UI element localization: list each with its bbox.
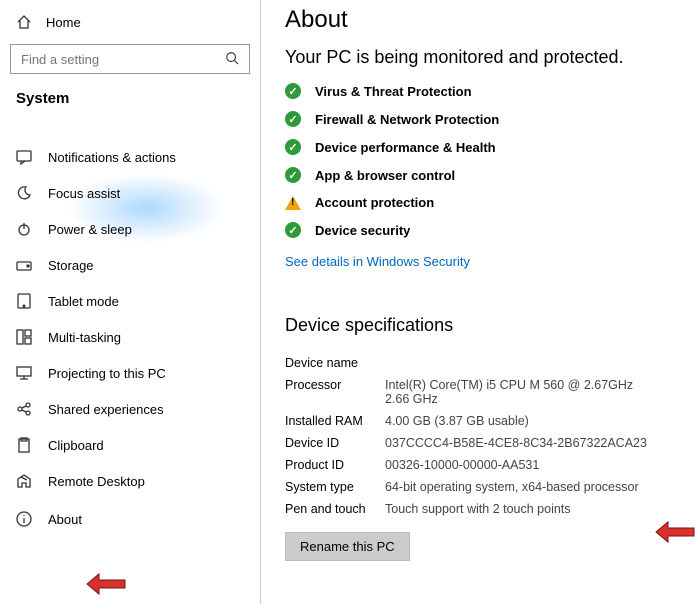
check-icon: ✓ [285, 139, 301, 155]
rename-pc-button[interactable]: Rename this PC [285, 532, 410, 561]
status-performance: ✓Device performance & Health [285, 139, 700, 155]
sidebar-item-multitask[interactable]: Multi-tasking [6, 319, 254, 355]
nav-label: Clipboard [48, 438, 104, 453]
page-title: About [285, 6, 700, 34]
nav-label: Multi-tasking [48, 330, 121, 345]
sidebar-item-home[interactable]: Home [6, 8, 254, 40]
search-input[interactable] [21, 52, 225, 67]
status-browser: ✓App & browser control [285, 167, 700, 183]
check-icon: ✓ [285, 222, 301, 238]
nav-label: Shared experiences [48, 402, 164, 417]
spec-device-name: Device name [285, 352, 700, 374]
sidebar-item-projecting[interactable]: Projecting to this PC [6, 355, 254, 391]
message-icon [16, 149, 32, 165]
spec-ram: Installed RAM4.00 GB (3.87 GB usable) [285, 410, 700, 432]
sidebar-item-remote[interactable]: Remote Desktop [6, 463, 254, 499]
sidebar-item-storage[interactable]: Storage [6, 247, 254, 283]
search-input-container[interactable] [10, 44, 250, 74]
sidebar: Home System Notifications & actions Focu… [0, 0, 260, 604]
status-device-security: ✓Device security [285, 222, 700, 238]
drive-icon [16, 257, 32, 273]
status-virus: ✓Virus & Threat Protection [285, 83, 700, 99]
nav-label: Storage [48, 258, 94, 273]
sidebar-item-tablet[interactable]: Tablet mode [6, 283, 254, 319]
main-panel: About Your PC is being monitored and pro… [260, 0, 700, 604]
sidebar-item-about[interactable]: About [6, 499, 254, 539]
nav-label: Remote Desktop [48, 474, 145, 489]
nav-label: Projecting to this PC [48, 366, 166, 381]
annotation-arrow-left [85, 572, 127, 596]
nav-label: Focus assist [48, 186, 120, 201]
nav-label: Tablet mode [48, 294, 119, 309]
info-icon [16, 511, 32, 527]
nav-label: About [48, 512, 82, 527]
remote-icon [16, 473, 32, 489]
sidebar-item-focus[interactable]: Focus assist [6, 175, 254, 211]
warning-icon [285, 196, 301, 210]
nav-label: Notifications & actions [48, 150, 176, 165]
nav-list: Notifications & actions Focus assist Pow… [6, 121, 254, 539]
device-specs-table: Device name ProcessorIntel(R) Core(TM) i… [285, 352, 700, 520]
home-icon [16, 14, 32, 30]
sidebar-item-clipboard[interactable]: Clipboard [6, 427, 254, 463]
status-account: Account protection [285, 195, 700, 210]
device-specs-header: Device specifications [285, 315, 700, 336]
page-subhead: Your PC is being monitored and protected… [285, 46, 700, 69]
tablet-icon [16, 293, 32, 309]
power-icon [16, 221, 32, 237]
sidebar-item-shared[interactable]: Shared experiences [6, 391, 254, 427]
sidebar-item-power[interactable]: Power & sleep [6, 211, 254, 247]
clipboard-icon [16, 437, 32, 453]
check-icon: ✓ [285, 83, 301, 99]
check-icon: ✓ [285, 167, 301, 183]
spec-system-type: System type64-bit operating system, x64-… [285, 476, 700, 498]
multitask-icon [16, 329, 32, 345]
search-icon [225, 51, 239, 68]
moon-icon [16, 185, 32, 201]
sidebar-item-notifications[interactable]: Notifications & actions [6, 139, 254, 175]
spec-processor: ProcessorIntel(R) Core(TM) i5 CPU M 560 … [285, 374, 700, 410]
status-list: ✓Virus & Threat Protection ✓Firewall & N… [285, 83, 700, 238]
status-firewall: ✓Firewall & Network Protection [285, 111, 700, 127]
nav-label: Power & sleep [48, 222, 132, 237]
spec-pen-touch: Pen and touchTouch support with 2 touch … [285, 498, 700, 520]
spec-product-id: Product ID00326-10000-00000-AA531 [285, 454, 700, 476]
windows-security-link[interactable]: See details in Windows Security [285, 254, 470, 269]
spec-device-id: Device ID037CCCC4-B58E-4CE8-8C34-2B67322… [285, 432, 700, 454]
project-icon [16, 365, 32, 381]
share-icon [16, 401, 32, 417]
home-label: Home [46, 15, 81, 30]
section-header-system: System [6, 88, 254, 121]
annotation-arrow-right [654, 520, 696, 544]
check-icon: ✓ [285, 111, 301, 127]
